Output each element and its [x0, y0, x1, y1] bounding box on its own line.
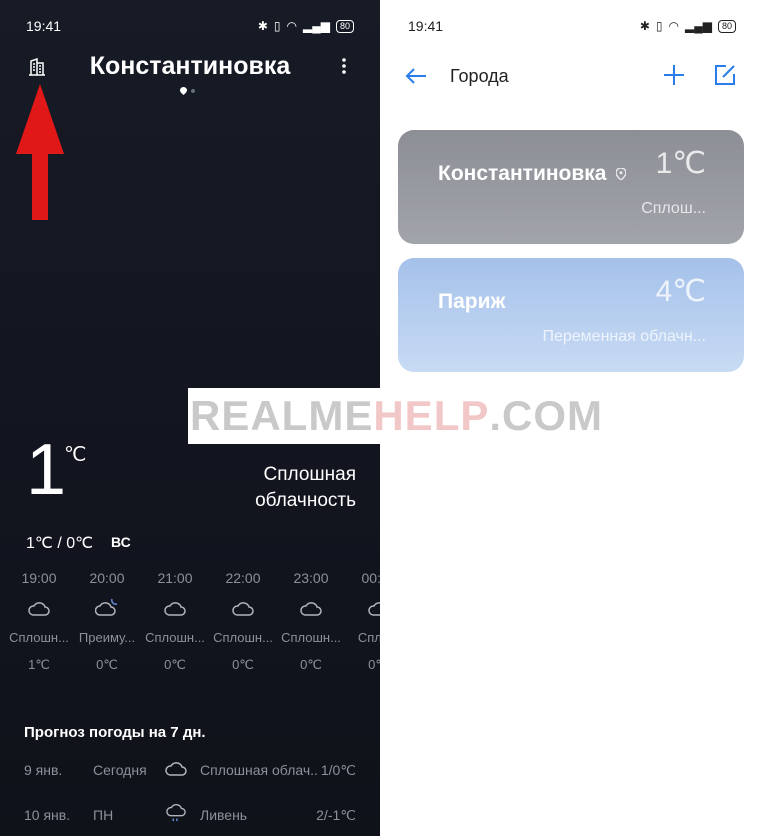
forecast-weekday: ПН: [93, 807, 114, 823]
wifi-icon: ◠: [668, 19, 680, 33]
temperature-unit: ℃: [64, 444, 87, 466]
hour-time: 19:00: [21, 570, 57, 586]
rain-cloud-icon: [166, 804, 186, 822]
forecast-row[interactable]: 10 янв. ПН Ливень 2/-1℃: [24, 803, 364, 827]
signal-icon: ▂▄▆: [303, 19, 330, 33]
hour-time: 22:00: [225, 570, 261, 586]
hourly-item: 23:00 Сплошн... 0℃: [277, 570, 345, 673]
forecast-condition: Сплошная облач...: [200, 762, 318, 778]
hour-temp: 0℃: [232, 657, 254, 672]
hour-temp: 0℃: [368, 657, 380, 672]
cloud-icon: [368, 602, 380, 616]
forecast-temp: 1/0℃: [320, 762, 356, 778]
page-indicator: [180, 87, 195, 95]
hourly-item: 00:00 Спло... 0℃: [345, 570, 380, 673]
hour-time: 21:00: [157, 570, 193, 586]
hour-time: 00:00: [361, 570, 380, 586]
hour-time: 20:00: [89, 570, 125, 586]
bluetooth-icon: ✱: [639, 19, 650, 33]
status-time: 19:41: [408, 18, 444, 34]
back-arrow-icon[interactable]: [404, 64, 428, 88]
forecast-row[interactable]: 9 янв. Сегодня Сплошная облач... 1/0℃: [24, 758, 364, 782]
battery-icon: 80: [335, 19, 354, 33]
hourly-item: 19:00 Сплошн... 1℃: [5, 570, 73, 673]
battery-icon: 80: [717, 19, 736, 33]
cloud-moon-icon: [95, 598, 118, 616]
hour-condition: Спло...: [357, 630, 380, 645]
watermark-part-1: REALME: [190, 392, 374, 439]
city-card[interactable]: Париж 4℃ Переменная облачн...: [398, 258, 744, 372]
hour-condition: Сплошн...: [9, 630, 69, 645]
range-day: ВС: [111, 534, 131, 550]
page-dot: [191, 89, 195, 93]
vibrate-icon: ▯: [273, 19, 281, 33]
status-icons: ✱ ▯ ◠ ▂▄▆ 80: [258, 19, 354, 33]
city-card[interactable]: Константиновка 1℃ Сплош...: [398, 130, 744, 244]
hour-condition: Сплошн...: [213, 630, 273, 645]
status-bar: 19:41 ✱ ▯ ◠ ▂▄▆ 80: [0, 16, 380, 36]
forecast-date: 9 янв.: [24, 762, 63, 778]
cloud-icon: [28, 602, 50, 616]
watermark-part-2: HELP: [373, 392, 490, 439]
wifi-icon: ◠: [286, 19, 298, 33]
cloud-icon: [165, 762, 187, 776]
hour-condition: Преиму...: [78, 630, 136, 645]
status-icons: ✱ ▯ ◠ ▂▄▆ 80: [640, 19, 736, 33]
hourly-item: 21:00 Сплошн... 0℃: [141, 570, 209, 673]
signal-icon: ▂▄▆: [685, 19, 712, 33]
forecast-temp: 2/-1℃: [316, 807, 356, 823]
edit-icon[interactable]: [714, 64, 736, 86]
status-bar: 19:41 ✱ ▯ ◠ ▂▄▆ 80: [380, 16, 768, 36]
location-pin-icon: [180, 87, 187, 95]
current-temperature: 1: [26, 430, 67, 510]
temperature-range: 1℃ / 0℃: [26, 535, 94, 552]
red-arrow-icon: [16, 84, 64, 220]
city-condition: Переменная облачн...: [542, 328, 706, 345]
city-title: Константиновка: [89, 52, 291, 80]
forecast-condition: Ливень: [200, 807, 248, 823]
add-city-icon[interactable]: [662, 63, 686, 87]
city-card-name: Константиновка: [438, 162, 627, 186]
hour-temp: 0℃: [300, 657, 322, 672]
hour-temp: 0℃: [164, 657, 186, 672]
city-temp: 1℃: [655, 147, 706, 180]
city-temp: 4℃: [655, 275, 706, 308]
city-name: Константиновка: [438, 162, 607, 185]
more-options-icon[interactable]: [340, 57, 348, 75]
city-card-name: Париж: [438, 290, 505, 314]
watermark: REALME HELP .COM: [188, 388, 602, 444]
condition-line-1: Сплошная: [263, 464, 356, 485]
hourly-forecast[interactable]: 19:00 Сплошн... 1℃ 20:00 Преиму... 0℃ 21…: [5, 570, 380, 673]
hour-temp: 0℃: [96, 657, 118, 672]
hour-time: 23:00: [293, 570, 329, 586]
hour-temp: 1℃: [28, 657, 50, 672]
watermark-part-3: .COM: [489, 392, 604, 439]
cloud-icon: [232, 602, 254, 616]
hourly-item: 20:00 Преиму... 0℃: [73, 570, 141, 673]
bluetooth-icon: ✱: [257, 19, 268, 33]
forecast-date: 10 янв.: [24, 807, 71, 823]
current-condition: Сплошная облачность: [255, 462, 356, 514]
location-pin-icon: [616, 168, 627, 181]
page-title: Города: [450, 66, 509, 86]
condition-line-2: облачность: [255, 490, 356, 511]
cloud-icon: [164, 602, 186, 616]
forecast-title: Прогноз погоды на 7 дн.: [24, 724, 206, 741]
cloud-icon: [300, 602, 322, 616]
hourly-item: 22:00 Сплошн... 0℃: [209, 570, 277, 673]
vibrate-icon: ▯: [655, 19, 663, 33]
city-name: Париж: [438, 290, 506, 313]
status-time: 19:41: [26, 18, 62, 34]
hour-condition: Сплошн...: [145, 630, 205, 645]
forecast-weekday: Сегодня: [93, 762, 147, 778]
hour-condition: Сплошн...: [281, 630, 341, 645]
city-condition: Сплош...: [641, 200, 706, 217]
